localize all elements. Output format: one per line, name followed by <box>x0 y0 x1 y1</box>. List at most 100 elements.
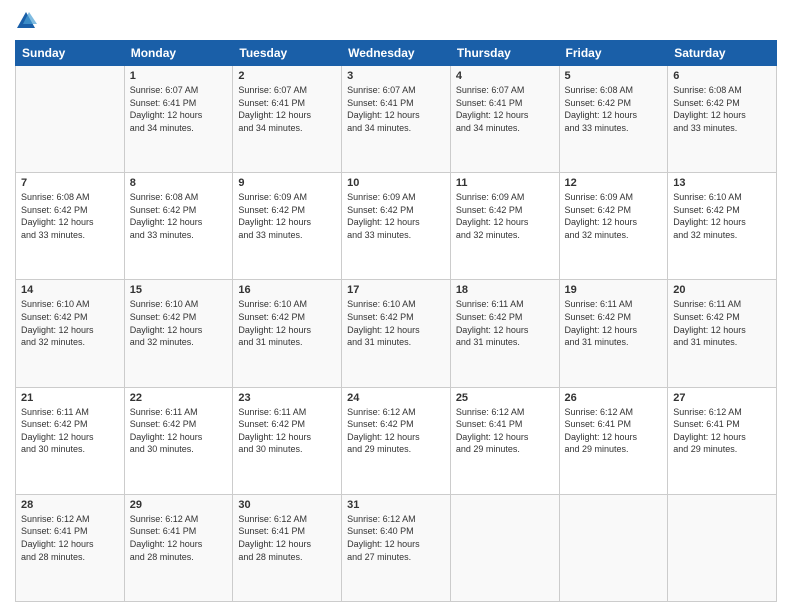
day-info: Sunrise: 6:10 AM Sunset: 6:42 PM Dayligh… <box>130 298 228 348</box>
day-info: Sunrise: 6:10 AM Sunset: 6:42 PM Dayligh… <box>238 298 336 348</box>
table-row: 22 Sunrise: 6:11 AM Sunset: 6:42 PM Dayli… <box>124 387 233 494</box>
day-number: 2 <box>238 70 336 82</box>
header <box>15 10 777 32</box>
day-info: Sunrise: 6:12 AM Sunset: 6:41 PM Dayligh… <box>565 406 663 456</box>
table-row: 5 Sunrise: 6:08 AM Sunset: 6:42 PM Daylig… <box>559 66 668 173</box>
col-saturday: Saturday <box>668 41 777 66</box>
day-number: 8 <box>130 177 228 189</box>
day-number: 15 <box>130 284 228 296</box>
table-row: 20 Sunrise: 6:11 AM Sunset: 6:42 PM Dayli… <box>668 280 777 387</box>
header-row: Sunday Monday Tuesday Wednesday Thursday… <box>16 41 777 66</box>
table-row: 8 Sunrise: 6:08 AM Sunset: 6:42 PM Daylig… <box>124 173 233 280</box>
day-number: 7 <box>21 177 119 189</box>
day-info: Sunrise: 6:12 AM Sunset: 6:41 PM Dayligh… <box>21 513 119 563</box>
day-info: Sunrise: 6:09 AM Sunset: 6:42 PM Dayligh… <box>456 191 554 241</box>
day-number: 10 <box>347 177 445 189</box>
table-row <box>559 494 668 601</box>
week-row-1: 1 Sunrise: 6:07 AM Sunset: 6:41 PM Daylig… <box>16 66 777 173</box>
table-row: 31Sunrise: 6:12 AM Sunset: 6:40 PM Dayli… <box>342 494 451 601</box>
day-number: 11 <box>456 177 554 189</box>
day-number: 23 <box>238 392 336 404</box>
table-row: 6 Sunrise: 6:08 AM Sunset: 6:42 PM Daylig… <box>668 66 777 173</box>
day-info: Sunrise: 6:11 AM Sunset: 6:42 PM Dayligh… <box>21 406 119 456</box>
day-info: Sunrise: 6:10 AM Sunset: 6:42 PM Dayligh… <box>21 298 119 348</box>
table-row: 18 Sunrise: 6:11 AM Sunset: 6:42 PM Dayli… <box>450 280 559 387</box>
day-number: 6 <box>673 70 771 82</box>
day-info: Sunrise: 6:11 AM Sunset: 6:42 PM Dayligh… <box>130 406 228 456</box>
table-row: 30 Sunrise: 6:12 AM Sunset: 6:41 PM Dayli… <box>233 494 342 601</box>
day-info: Sunrise: 6:11 AM Sunset: 6:42 PM Dayligh… <box>673 298 771 348</box>
day-number: 4 <box>456 70 554 82</box>
day-number: 16 <box>238 284 336 296</box>
day-number: 14 <box>21 284 119 296</box>
table-row: 1 Sunrise: 6:07 AM Sunset: 6:41 PM Daylig… <box>124 66 233 173</box>
day-info: Sunrise: 6:09 AM Sunset: 6:42 PM Dayligh… <box>347 191 445 241</box>
table-row: 7 Sunrise: 6:08 AM Sunset: 6:42 PM Daylig… <box>16 173 125 280</box>
day-number: 22 <box>130 392 228 404</box>
col-wednesday: Wednesday <box>342 41 451 66</box>
table-row: 23Sunrise: 6:11 AM Sunset: 6:42 PM Dayli… <box>233 387 342 494</box>
day-number: 19 <box>565 284 663 296</box>
day-info: Sunrise: 6:11 AM Sunset: 6:42 PM Dayligh… <box>456 298 554 348</box>
table-row: 24Sunrise: 6:12 AM Sunset: 6:42 PM Dayli… <box>342 387 451 494</box>
day-info: Sunrise: 6:10 AM Sunset: 6:42 PM Dayligh… <box>347 298 445 348</box>
day-number: 27 <box>673 392 771 404</box>
day-info: Sunrise: 6:08 AM Sunset: 6:42 PM Dayligh… <box>130 191 228 241</box>
calendar-page: Sunday Monday Tuesday Wednesday Thursday… <box>0 0 792 612</box>
table-row: 13Sunrise: 6:10 AM Sunset: 6:42 PM Dayli… <box>668 173 777 280</box>
col-tuesday: Tuesday <box>233 41 342 66</box>
table-row: 4Sunrise: 6:07 AM Sunset: 6:41 PM Daylig… <box>450 66 559 173</box>
day-number: 17 <box>347 284 445 296</box>
col-thursday: Thursday <box>450 41 559 66</box>
day-info: Sunrise: 6:08 AM Sunset: 6:42 PM Dayligh… <box>21 191 119 241</box>
day-number: 21 <box>21 392 119 404</box>
day-number: 5 <box>565 70 663 82</box>
table-row: 25 Sunrise: 6:12 AM Sunset: 6:41 PM Dayli… <box>450 387 559 494</box>
day-info: Sunrise: 6:08 AM Sunset: 6:42 PM Dayligh… <box>565 84 663 134</box>
table-row: 27Sunrise: 6:12 AM Sunset: 6:41 PM Dayli… <box>668 387 777 494</box>
day-number: 13 <box>673 177 771 189</box>
day-number: 12 <box>565 177 663 189</box>
day-info: Sunrise: 6:08 AM Sunset: 6:42 PM Dayligh… <box>673 84 771 134</box>
day-info: Sunrise: 6:07 AM Sunset: 6:41 PM Dayligh… <box>130 84 228 134</box>
table-row: 28 Sunrise: 6:12 AM Sunset: 6:41 PM Dayli… <box>16 494 125 601</box>
table-row: 9Sunrise: 6:09 AM Sunset: 6:42 PM Daylig… <box>233 173 342 280</box>
table-row: 12Sunrise: 6:09 AM Sunset: 6:42 PM Dayli… <box>559 173 668 280</box>
week-row-5: 28 Sunrise: 6:12 AM Sunset: 6:41 PM Dayli… <box>16 494 777 601</box>
day-number: 20 <box>673 284 771 296</box>
day-info: Sunrise: 6:12 AM Sunset: 6:41 PM Dayligh… <box>456 406 554 456</box>
table-row: 21 Sunrise: 6:11 AM Sunset: 6:42 PM Dayli… <box>16 387 125 494</box>
col-sunday: Sunday <box>16 41 125 66</box>
table-row <box>16 66 125 173</box>
day-info: Sunrise: 6:12 AM Sunset: 6:41 PM Dayligh… <box>238 513 336 563</box>
table-row: 10 Sunrise: 6:09 AM Sunset: 6:42 PM Dayli… <box>342 173 451 280</box>
day-number: 29 <box>130 499 228 511</box>
day-number: 25 <box>456 392 554 404</box>
col-friday: Friday <box>559 41 668 66</box>
day-number: 26 <box>565 392 663 404</box>
week-row-3: 14 Sunrise: 6:10 AM Sunset: 6:42 PM Dayli… <box>16 280 777 387</box>
col-monday: Monday <box>124 41 233 66</box>
week-row-4: 21 Sunrise: 6:11 AM Sunset: 6:42 PM Dayli… <box>16 387 777 494</box>
table-row: 17 Sunrise: 6:10 AM Sunset: 6:42 PM Dayli… <box>342 280 451 387</box>
table-row: 16 Sunrise: 6:10 AM Sunset: 6:42 PM Dayli… <box>233 280 342 387</box>
day-number: 30 <box>238 499 336 511</box>
day-number: 18 <box>456 284 554 296</box>
table-row: 3Sunrise: 6:07 AM Sunset: 6:41 PM Daylig… <box>342 66 451 173</box>
day-number: 9 <box>238 177 336 189</box>
day-number: 28 <box>21 499 119 511</box>
table-row <box>668 494 777 601</box>
day-number: 31 <box>347 499 445 511</box>
table-row: 2 Sunrise: 6:07 AM Sunset: 6:41 PM Daylig… <box>233 66 342 173</box>
day-info: Sunrise: 6:12 AM Sunset: 6:42 PM Dayligh… <box>347 406 445 456</box>
table-row: 19 Sunrise: 6:11 AM Sunset: 6:42 PM Dayli… <box>559 280 668 387</box>
day-info: Sunrise: 6:07 AM Sunset: 6:41 PM Dayligh… <box>238 84 336 134</box>
day-number: 3 <box>347 70 445 82</box>
calendar-table: Sunday Monday Tuesday Wednesday Thursday… <box>15 40 777 602</box>
day-number: 1 <box>130 70 228 82</box>
table-row: 29Sunrise: 6:12 AM Sunset: 6:41 PM Dayli… <box>124 494 233 601</box>
table-row <box>450 494 559 601</box>
table-row: 14 Sunrise: 6:10 AM Sunset: 6:42 PM Dayli… <box>16 280 125 387</box>
table-row: 15 Sunrise: 6:10 AM Sunset: 6:42 PM Dayli… <box>124 280 233 387</box>
day-info: Sunrise: 6:11 AM Sunset: 6:42 PM Dayligh… <box>565 298 663 348</box>
